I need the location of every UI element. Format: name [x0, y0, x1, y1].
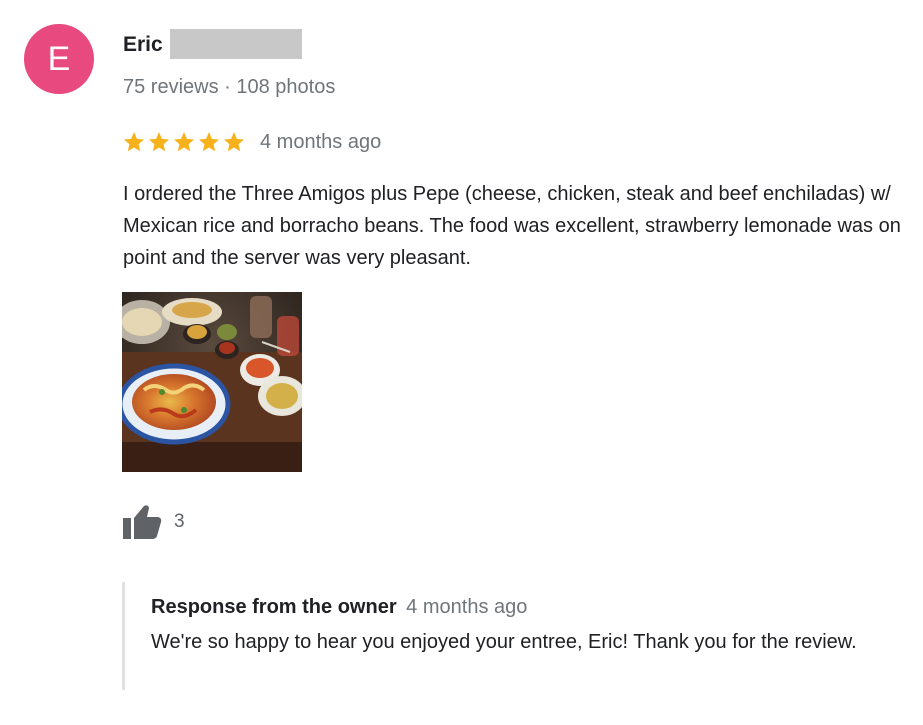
avatar[interactable]: E — [24, 24, 94, 94]
star-icon — [124, 132, 144, 152]
like-count: 3 — [174, 511, 185, 532]
star-icon — [224, 132, 244, 152]
review-date: 4 months ago — [260, 130, 382, 153]
owner-response: Response from the owner 4 months ago We'… — [122, 582, 895, 690]
reviewer-stats: 75 reviews · 108 photos — [123, 76, 336, 98]
reviewer-name[interactable]: Eric — [123, 33, 163, 57]
thumbs-up-icon — [123, 505, 162, 539]
food-photo-icon — [122, 292, 302, 472]
star-icon — [199, 132, 219, 152]
review-card: E Eric 75 reviews · 108 photos 4 months … — [0, 0, 923, 725]
review-text: I ordered the Three Amigos plus Pepe (ch… — [123, 183, 901, 269]
star-icon — [174, 132, 194, 152]
rating-row: 4 months ago — [122, 127, 381, 157]
star-rating — [122, 130, 246, 154]
like-button[interactable]: 3 — [122, 504, 185, 540]
review-photo[interactable] — [122, 292, 302, 472]
redacted-surname — [170, 29, 302, 59]
owner-response-title: Response from the owner — [151, 596, 397, 618]
star-icon — [149, 132, 169, 152]
owner-response-header: Response from the owner 4 months ago — [151, 596, 527, 619]
owner-response-text: We're so happy to hear you enjoyed your … — [151, 631, 857, 653]
owner-response-date: 4 months ago — [406, 596, 528, 618]
